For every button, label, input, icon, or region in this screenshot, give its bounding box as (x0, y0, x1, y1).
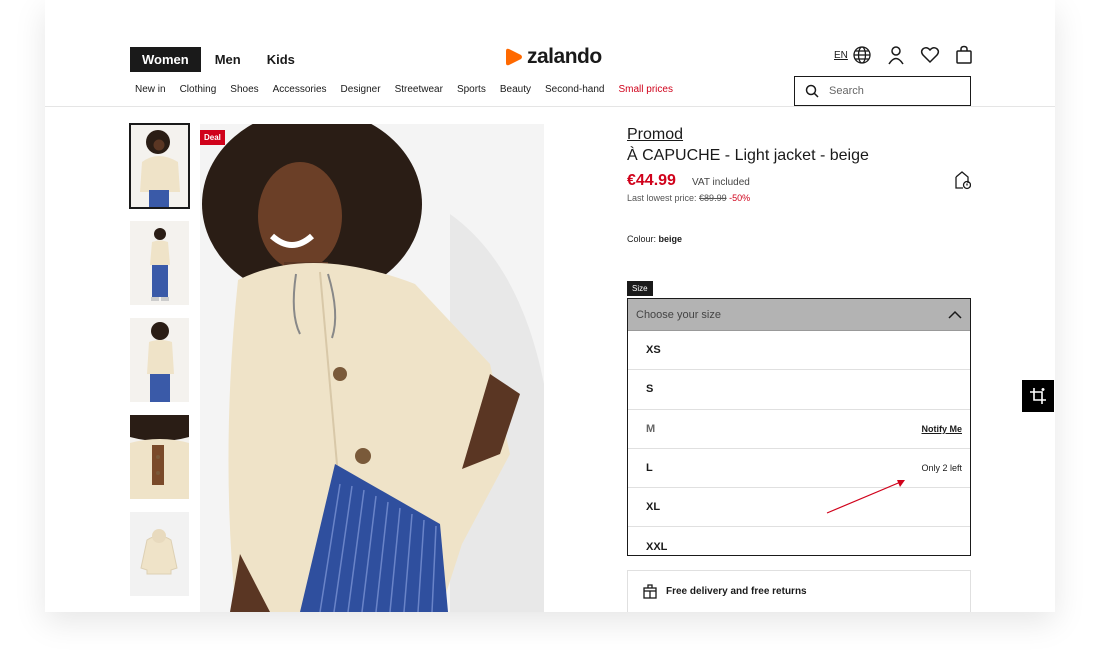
thumbnail-1[interactable] (129, 123, 190, 209)
thumbnail-5[interactable] (130, 512, 189, 596)
colour-line: Colour: beige (627, 234, 682, 244)
header-divider (45, 106, 1055, 107)
header-icons: EN (834, 45, 974, 65)
size-tag: Size (627, 281, 653, 296)
size-option-xl[interactable]: XL (628, 488, 970, 528)
account-icon[interactable] (886, 45, 906, 65)
product-price: €44.99 (627, 172, 676, 189)
size-option-xs[interactable]: XS (628, 331, 970, 371)
globe-icon[interactable] (852, 45, 872, 65)
nav-shoes[interactable]: Shoes (230, 84, 258, 95)
size-label: S (646, 383, 654, 396)
lowest-price-label: Last lowest price: (627, 193, 697, 203)
size-dropdown[interactable]: Choose your size XS S M Notify Me L Only… (627, 298, 971, 556)
discount-percent: -50% (729, 193, 751, 203)
size-label: XL (646, 501, 661, 514)
crop-icon (1030, 388, 1046, 404)
vat-text: VAT included (692, 177, 750, 188)
delivery-info: Free delivery and free returns (627, 570, 971, 612)
nav-designer[interactable]: Designer (341, 84, 381, 95)
bag-icon[interactable] (954, 45, 974, 65)
stock-note: Only 2 left (921, 463, 962, 474)
nav-second-hand[interactable]: Second-hand (545, 84, 605, 95)
lowest-price-value: €89.99 (699, 193, 727, 203)
notify-me-link[interactable]: Notify Me (922, 424, 963, 434)
main-product-image[interactable]: Deal (200, 124, 544, 612)
zalando-logo[interactable]: zalando (505, 45, 602, 69)
thumbnail-2[interactable] (130, 221, 189, 305)
crop-tool-button[interactable] (1022, 380, 1054, 412)
logo-mark-icon (506, 48, 522, 66)
size-option-xxl[interactable]: XXL (628, 527, 970, 555)
language-selector[interactable]: EN (834, 50, 848, 61)
nav-sports[interactable]: Sports (457, 84, 486, 95)
page-card: Women Men Kids zalando EN New in Clothin… (45, 0, 1055, 612)
size-option-s[interactable]: S (628, 370, 970, 410)
size-label: XS (646, 344, 661, 357)
thumbnail-4[interactable] (130, 415, 189, 499)
share-icon[interactable] (953, 170, 971, 190)
chevron-up-icon (948, 310, 962, 319)
lowest-price-line: Last lowest price: €89.99 -50% (627, 193, 750, 203)
search-box[interactable] (794, 76, 971, 106)
nav-accessories[interactable]: Accessories (273, 84, 327, 95)
colour-label: Colour: (627, 234, 657, 244)
size-option-l[interactable]: L Only 2 left (628, 449, 970, 489)
size-label: L (646, 462, 653, 475)
deal-badge: Deal (200, 130, 225, 145)
size-placeholder: Choose your size (636, 308, 721, 321)
size-option-m[interactable]: M Notify Me (628, 410, 970, 449)
product-name: À CAPUCHE - Light jacket - beige (627, 147, 869, 164)
category-nav: New in Clothing Shoes Accessories Design… (135, 84, 687, 95)
product-brand[interactable]: Promod (627, 126, 683, 144)
colour-value: beige (658, 234, 683, 244)
nav-small-prices[interactable]: Small prices (618, 84, 672, 95)
size-label: M (646, 422, 656, 435)
tab-kids[interactable]: Kids (255, 47, 307, 72)
gender-tabs: Women Men Kids (130, 47, 307, 72)
nav-new-in[interactable]: New in (135, 84, 166, 95)
annotation-arrow-icon (826, 480, 905, 514)
nav-streetwear[interactable]: Streetwear (395, 84, 443, 95)
thumbnail-list (129, 123, 190, 609)
nav-clothing[interactable]: Clothing (180, 84, 217, 95)
thumbnail-3[interactable] (130, 318, 189, 402)
delivery-box-icon (643, 583, 657, 599)
tab-women[interactable]: Women (130, 47, 201, 72)
nav-beauty[interactable]: Beauty (500, 84, 531, 95)
logo-text: zalando (527, 45, 602, 68)
delivery-text: Free delivery and free returns (666, 586, 807, 597)
tab-men[interactable]: Men (203, 47, 253, 72)
search-icon (805, 84, 819, 98)
size-label: XXL (646, 540, 668, 553)
search-input[interactable] (829, 85, 959, 97)
wishlist-icon[interactable] (920, 45, 940, 65)
size-dropdown-header[interactable]: Choose your size (628, 299, 970, 331)
